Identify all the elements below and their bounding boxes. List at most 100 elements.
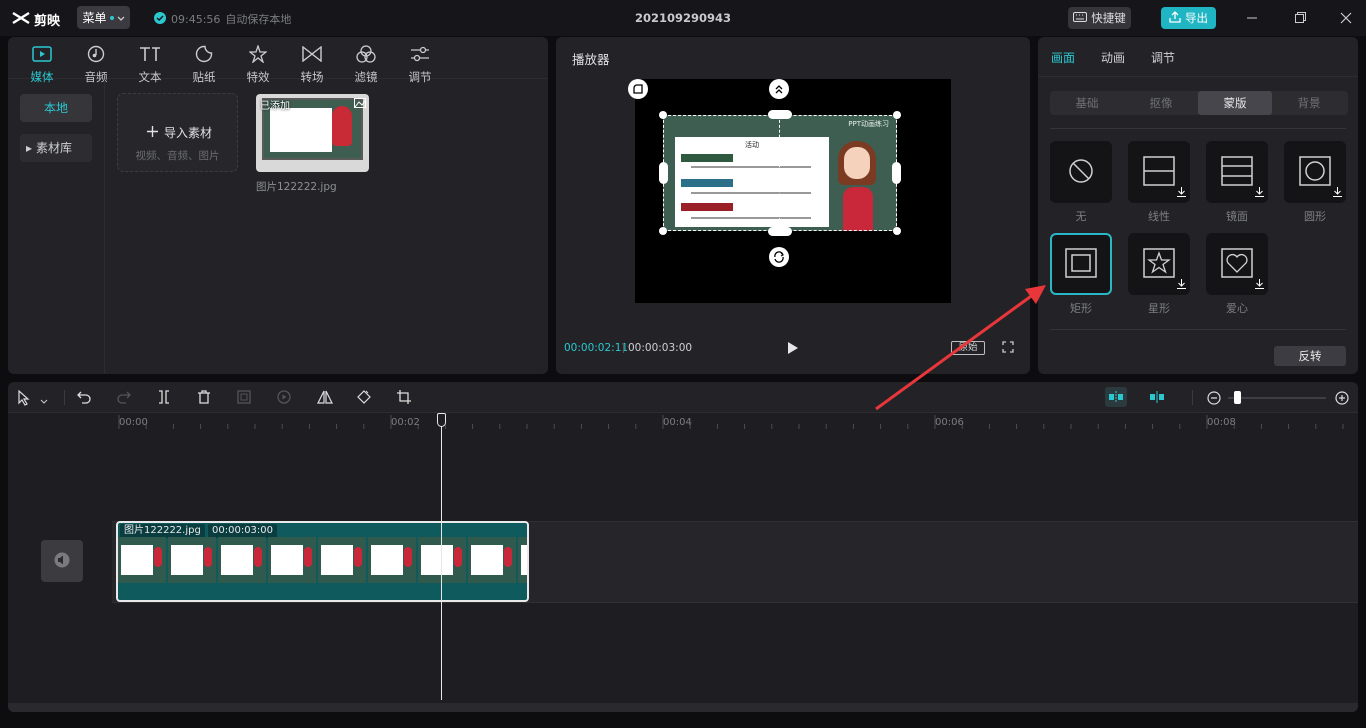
invert-button[interactable]: 反转 [1274,346,1346,366]
audio-icon [69,41,123,67]
thumbnail-slide [270,108,332,152]
linkage-toggle-icon[interactable] [1146,387,1168,407]
corner-handle[interactable] [893,227,901,235]
crop-icon[interactable] [397,390,411,407]
ruler-label: 00:02 [391,417,420,428]
rotate-icon[interactable] [769,247,789,267]
undo-icon[interactable] [77,390,91,407]
corner-handle[interactable] [659,227,667,235]
shortcut-button[interactable]: 快捷键 [1068,7,1131,29]
edge-handle-top[interactable] [768,110,792,119]
track-mute-button[interactable] [41,540,83,582]
ruler-label: 00:06 [935,417,964,428]
tab-canvas[interactable]: 画面 [1051,49,1075,66]
chevron-down-icon [117,11,125,25]
delete-icon[interactable] [197,390,211,407]
redo-icon[interactable] [117,390,131,407]
corner-handle[interactable] [659,111,667,119]
mask-star-label: 星形 [1148,302,1170,315]
mask-circle-label: 圆形 [1304,210,1326,223]
library-tab[interactable]: ▸ 素材库 [20,134,92,162]
mirror-mask-icon [1221,155,1253,190]
time-divider [623,343,624,353]
zoom-slider-track[interactable] [1228,397,1326,399]
ratio-button[interactable]: 原始 [951,341,985,355]
timeline-scrollbar[interactable] [8,703,1358,712]
circle-mask-icon [1299,155,1331,190]
mask-linear-label: 线性 [1148,210,1170,223]
mask-star[interactable]: 星形 [1128,233,1190,316]
mask-none-label: 无 [1075,210,1087,223]
edge-handle-left[interactable] [659,162,668,184]
preview-canvas[interactable]: PPT动画练习 活动 [628,79,951,303]
tab-animation[interactable]: 动画 [1101,49,1125,66]
feather-arrows-icon[interactable] [769,79,789,99]
mask-rectangle-label: 矩形 [1070,302,1092,315]
time-ruler[interactable]: 00:00 00:02 00:04 00:06 00:08 [8,413,1358,429]
round-corner-icon[interactable] [628,79,648,99]
download-icon [1177,279,1186,292]
select-cursor-icon[interactable] [17,389,31,409]
clip-thumbnail-frame [468,537,516,583]
mask-heart[interactable]: 爱心 [1206,233,1268,316]
fullscreen-icon[interactable] [1002,341,1014,356]
subtab-basic[interactable]: 基础 [1050,91,1124,115]
toolbar-separator [64,390,65,405]
tab-adjust[interactable]: 调节 [393,37,447,115]
import-media-button[interactable]: 导入素材 视频、音频、图片 [117,93,238,172]
tab-adjust-props[interactable]: 调节 [1151,49,1175,66]
playhead-handle[interactable] [437,413,447,427]
mask-circle[interactable]: 圆形 [1284,141,1346,224]
mask-circle-box [1284,141,1346,203]
title-bar: 剪映 菜单 09:45:56 自动保存本地 202109290943 快捷键 导… [0,0,1366,36]
close-icon[interactable] [1339,11,1353,28]
freeze-frame-icon[interactable] [237,390,251,407]
image-type-icon [354,97,366,111]
clip-thumbnail-frame [218,537,266,583]
zoom-slider-thumb[interactable] [1234,391,1241,404]
reverse-play-icon[interactable] [277,390,291,407]
chevron-down-icon[interactable] [40,394,48,408]
clip-thumbnail-frame [168,537,216,583]
mask-none[interactable]: 无 [1050,141,1112,224]
sticker-icon [177,41,231,67]
edge-handle-right[interactable] [892,162,901,184]
mask-linear[interactable]: 线性 [1128,141,1190,224]
keyboard-icon [1073,11,1088,25]
mask-star-box [1128,233,1190,295]
play-icon[interactable] [787,341,799,358]
tab-text-label: 文本 [138,70,162,84]
menu-button[interactable]: 菜单 [77,6,130,29]
export-button[interactable]: 导出 [1161,7,1216,29]
plus-icon [147,125,158,140]
corner-handle[interactable] [893,111,901,119]
snap-toggle-icon[interactable] [1105,387,1127,407]
rotate-clip-icon[interactable] [357,390,371,407]
menu-label: 菜单 [82,11,107,25]
effects-star-icon [231,41,285,67]
subtab-background[interactable]: 背景 [1272,91,1346,115]
tab-sticker-label: 贴纸 [192,70,216,84]
subtab-mask[interactable]: 蒙版 [1198,91,1272,115]
maximize-icon[interactable] [1293,11,1307,28]
video-clip[interactable]: 图片122222.jpg 00:00:03:00 [116,521,529,602]
mask-selection-frame[interactable] [663,115,897,231]
mask-mirror-label: 镜面 [1226,210,1248,223]
mask-rectangle[interactable]: 矩形 [1050,233,1112,316]
properties-panel: 画面 动画 调节 基础 抠像 蒙版 背景 无 线性 镜面 圆形 矩形 星形 爱心… [1038,37,1358,374]
edge-handle-bottom[interactable] [768,227,792,236]
local-tab[interactable]: 本地 [20,94,92,122]
playhead[interactable] [437,413,447,700]
subtab-cutout[interactable]: 抠像 [1124,91,1198,115]
mask-mirror[interactable]: 镜面 [1206,141,1268,224]
mirror-icon[interactable] [317,390,333,407]
autosave-time: 09:45:56 [171,12,221,26]
shortcut-label: 快捷键 [1091,11,1126,25]
zoom-in-icon[interactable] [1335,391,1349,408]
media-thumbnail[interactable]: 已添加 [256,94,369,172]
split-icon[interactable] [157,390,171,407]
minimize-icon[interactable] [1245,11,1259,28]
rectangle-mask-icon [1065,247,1097,282]
zoom-out-icon[interactable] [1207,391,1221,408]
filter-icon [339,41,393,67]
